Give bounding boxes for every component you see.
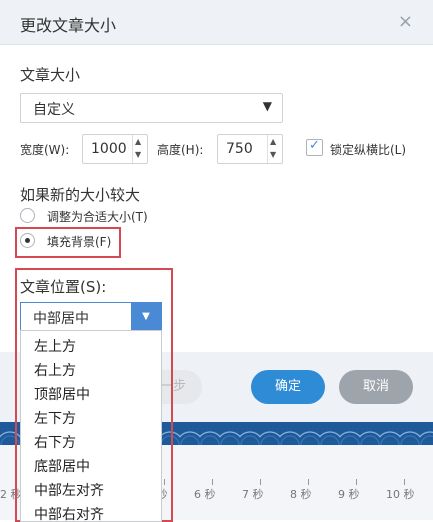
position-dropdown-list: 左上方 右上方 顶部居中 左下方 右下方 底部居中 中部左对齐 中部右对齐 xyxy=(20,330,162,522)
tick-mark xyxy=(404,479,405,485)
position-selected-value: 中部居中 xyxy=(33,311,89,327)
dialog-title-bar: 更改文章大小 × xyxy=(0,0,433,45)
lock-aspect-checkbox[interactable]: ✓ xyxy=(306,138,323,156)
width-stepper-buttons[interactable]: ▲ ▼ xyxy=(132,135,147,163)
increment-icon[interactable]: ▲ xyxy=(270,137,276,146)
decrement-icon[interactable]: ▼ xyxy=(270,150,276,159)
dialog-title: 更改文章大小 xyxy=(20,16,117,35)
tick-mark xyxy=(308,479,309,485)
dropdown-option[interactable]: 中部右对齐 xyxy=(34,504,104,521)
size-preset-value: 自定义 xyxy=(33,102,75,118)
decrement-icon[interactable]: ▼ xyxy=(135,150,141,159)
width-value: 1000 xyxy=(91,141,127,157)
tick-label: 10 秒 xyxy=(386,488,415,501)
tick-label: 6 秒 xyxy=(194,488,216,501)
dropdown-option[interactable]: 顶部居中 xyxy=(34,384,90,404)
height-stepper[interactable]: 750 ▲ ▼ xyxy=(217,134,283,164)
increment-icon[interactable]: ▲ xyxy=(135,137,141,146)
position-select[interactable]: 中部居中 ▼ xyxy=(20,302,162,332)
dropdown-option[interactable]: 左上方 xyxy=(34,336,76,356)
size-label: 文章大小 xyxy=(20,66,81,84)
radio-fill[interactable] xyxy=(20,233,35,248)
dropdown-option[interactable]: 中部左对齐 xyxy=(34,480,104,500)
height-value: 750 xyxy=(226,141,253,157)
dropdown-option[interactable]: 右下方 xyxy=(34,432,76,452)
ok-button[interactable]: 确定 xyxy=(251,370,325,404)
radio-selected-dot xyxy=(25,238,30,243)
close-icon[interactable]: × xyxy=(398,11,413,32)
width-stepper[interactable]: 1000 ▲ ▼ xyxy=(82,134,148,164)
height-label: 高度(H): xyxy=(157,143,204,157)
radio-fill-label: 填充背景(F) xyxy=(47,235,112,249)
size-preset-select[interactable]: 自定义 ▼ xyxy=(20,93,283,123)
tick-label: 9 秒 xyxy=(338,488,360,501)
radio-fit[interactable] xyxy=(20,208,35,223)
dropdown-option[interactable]: 底部居中 xyxy=(34,456,90,476)
tick-label: 7 秒 xyxy=(242,488,264,501)
position-label: 文章位置(S): xyxy=(20,278,107,296)
tick-mark xyxy=(356,479,357,485)
tick-label: 8 秒 xyxy=(290,488,312,501)
tick-mark xyxy=(212,479,213,485)
width-label: 宽度(W): xyxy=(20,143,70,157)
checkmark-icon: ✓ xyxy=(309,138,320,153)
lock-aspect-label: 锁定纵横比(L) xyxy=(330,143,407,157)
dropdown-option[interactable]: 左下方 xyxy=(34,408,76,428)
dropdown-option[interactable]: 右上方 xyxy=(34,360,76,380)
cancel-button[interactable]: 取消 xyxy=(339,370,413,404)
dropdown-arrow-icon[interactable]: ▼ xyxy=(131,303,161,331)
height-stepper-buttons[interactable]: ▲ ▼ xyxy=(267,135,282,163)
larger-size-label: 如果新的大小较大 xyxy=(20,186,141,204)
tick-mark xyxy=(260,479,261,485)
caret-down-icon: ▼ xyxy=(262,99,272,113)
radio-fit-label: 调整为合适大小(T) xyxy=(47,210,148,224)
